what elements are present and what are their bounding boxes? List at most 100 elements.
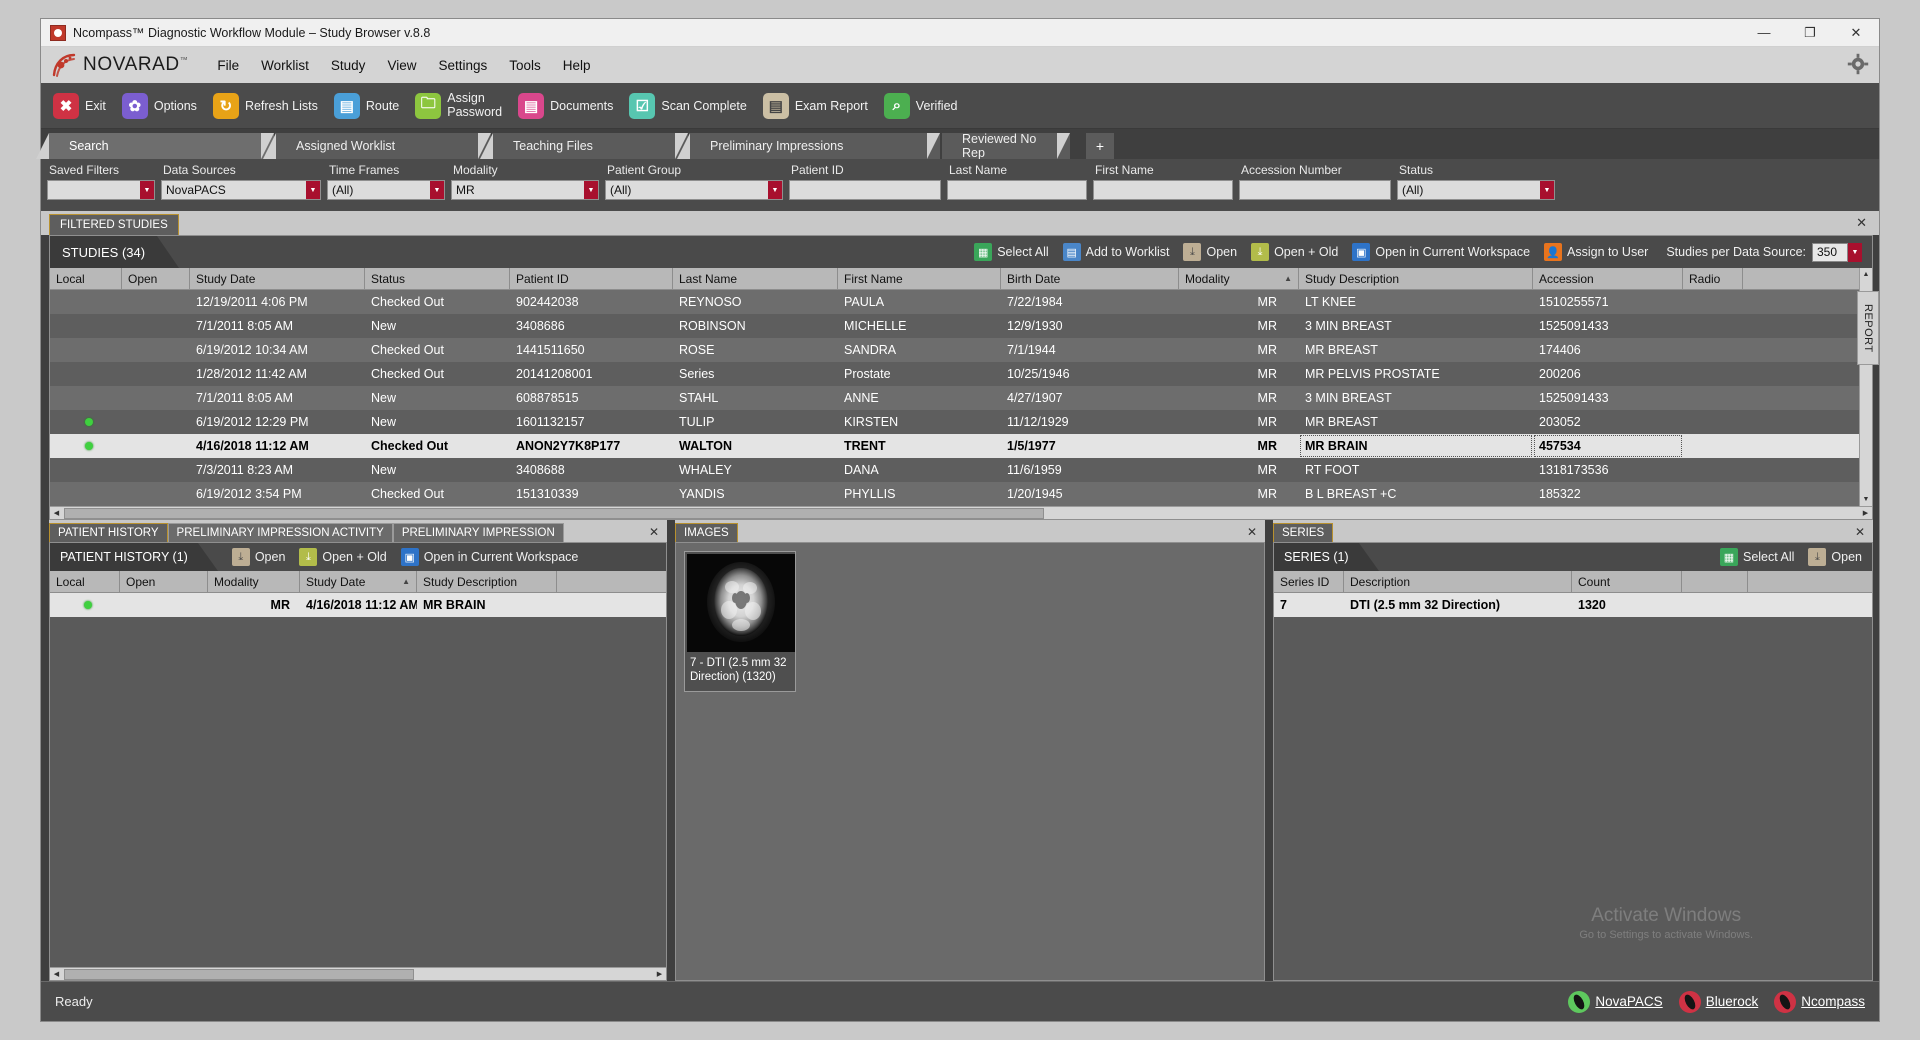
toolbar-button-verified[interactable]: ⌕ Verified — [884, 93, 958, 119]
data-sources-combo[interactable]: NovaPACS ▼ — [161, 180, 321, 200]
column-header-accession[interactable]: Accession — [1533, 268, 1683, 289]
studies-open-in-workspace-button[interactable]: ▣ Open in Current Workspace — [1352, 243, 1530, 261]
tab-teaching-files[interactable]: Teaching Files — [493, 133, 688, 159]
toolbar-button-route[interactable]: ▤ Route — [334, 93, 399, 119]
toolbar-button-scan-complete[interactable]: ☑ Scan Complete — [629, 93, 746, 119]
scroll-thumb[interactable] — [64, 969, 414, 980]
table-row[interactable]: 12/19/2011 4:06 PM Checked Out 902442038… — [50, 290, 1859, 314]
column-header-first-name[interactable]: First Name — [838, 268, 1001, 289]
column-header-open[interactable]: Open — [120, 571, 208, 592]
menu-view[interactable]: View — [378, 54, 425, 77]
tab-preliminary-impression-activity[interactable]: PRELIMINARY IMPRESSION ACTIVITY — [168, 523, 393, 542]
scroll-right-icon[interactable]: ▶ — [1859, 507, 1872, 520]
scroll-left-icon[interactable]: ◀ — [50, 968, 63, 981]
status-link-ncompass[interactable]: Ncompass — [1774, 991, 1865, 1013]
table-row[interactable]: 7/3/2011 8:23 AM New 3408688 WHALEY DANA… — [50, 458, 1859, 482]
close-icon[interactable]: ✕ — [1856, 215, 1867, 231]
table-row[interactable]: 7/1/2011 8:05 AM New 3408686 ROBINSON MI… — [50, 314, 1859, 338]
scroll-up-icon[interactable]: ▲ — [1860, 268, 1873, 281]
toolbar-button-documents[interactable]: ▤ Documents — [518, 93, 613, 119]
add-tab-button[interactable]: + — [1086, 133, 1114, 159]
toolbar-button-assign-password[interactable]: 🗀 AssignPassword — [415, 92, 502, 118]
close-button[interactable]: ✕ — [1833, 19, 1879, 47]
history-open-button[interactable]: ⤓ Open — [232, 548, 286, 566]
table-row[interactable]: 6/19/2012 10:34 AM Checked Out 144151165… — [50, 338, 1859, 362]
status-link-novapacs[interactable]: NovaPACS — [1568, 991, 1662, 1013]
chevron-down-icon[interactable]: ▼ — [140, 181, 154, 199]
menu-help[interactable]: Help — [554, 54, 600, 77]
table-row-selected[interactable]: MR 4/16/2018 11:12 AM MR BRAIN — [50, 593, 666, 617]
studies-select-all-button[interactable]: ▦ Select All — [974, 243, 1048, 261]
scroll-right-icon[interactable]: ▶ — [653, 968, 666, 981]
status-link-bluerock[interactable]: Bluerock — [1679, 991, 1759, 1013]
column-header-study-description[interactable]: Study Description — [417, 571, 557, 592]
history-open-in-workspace-button[interactable]: ▣ Open in Current Workspace — [401, 548, 579, 566]
column-header-last-name[interactable]: Last Name — [673, 268, 838, 289]
series-thumbnail-card[interactable]: 7 - DTI (2.5 mm 32 Direction) (1320) — [684, 551, 796, 692]
scroll-left-icon[interactable]: ◀ — [50, 507, 63, 520]
toolbar-button-exam-report[interactable]: ▤ Exam Report — [763, 93, 868, 119]
maximize-button[interactable]: ❐ — [1787, 19, 1833, 47]
studies-open-plus-old-button[interactable]: ⤓ Open + Old — [1251, 243, 1338, 261]
column-header-birth-date[interactable]: Birth Date — [1001, 268, 1179, 289]
column-header-description[interactable]: Description — [1344, 571, 1572, 592]
status-combo[interactable]: (All) ▼ — [1397, 180, 1555, 200]
menu-study[interactable]: Study — [322, 54, 375, 77]
column-header-study-date[interactable]: Study Date▲ — [300, 571, 417, 592]
toolbar-button-options[interactable]: ✿ Options — [122, 93, 197, 119]
studies-per-data-source-value[interactable]: 350 — [1812, 243, 1848, 262]
column-header-study-date[interactable]: Study Date — [190, 268, 365, 289]
toolbar-button-exit[interactable]: ✖ Exit — [53, 93, 106, 119]
table-row-selected[interactable]: 4/16/2018 11:12 AM Checked Out ANON2Y7K8… — [50, 434, 1859, 458]
tab-patient-history[interactable]: PATIENT HISTORY — [49, 523, 168, 542]
minimize-button[interactable]: — — [1741, 19, 1787, 47]
chevron-down-icon[interactable]: ▼ — [1848, 243, 1862, 262]
chevron-down-icon[interactable]: ▼ — [306, 181, 320, 199]
tab-filtered-studies[interactable]: FILTERED STUDIES — [49, 214, 179, 235]
table-row-selected[interactable]: 7 DTI (2.5 mm 32 Direction) 1320 — [1274, 593, 1872, 617]
tab-assigned-worklist[interactable]: Assigned Worklist — [276, 133, 491, 159]
patient-group-combo[interactable]: (All) ▼ — [605, 180, 783, 200]
first-name-input[interactable] — [1093, 180, 1233, 200]
menu-settings[interactable]: Settings — [429, 54, 496, 77]
time-frames-combo[interactable]: (All) ▼ — [327, 180, 445, 200]
last-name-input[interactable] — [947, 180, 1087, 200]
chevron-down-icon[interactable]: ▼ — [768, 181, 782, 199]
column-header-modality[interactable]: Modality — [208, 571, 300, 592]
gear-icon[interactable] — [1847, 53, 1869, 75]
table-row[interactable]: 6/19/2012 3:54 PM Checked Out 151310339 … — [50, 482, 1859, 506]
studies-open-button[interactable]: ⤓ Open — [1183, 243, 1237, 261]
column-header-extra[interactable] — [1682, 571, 1748, 592]
series-open-button[interactable]: ⤓ Open — [1808, 548, 1862, 566]
tab-images[interactable]: IMAGES — [675, 523, 738, 542]
tab-preliminary-impression[interactable]: PRELIMINARY IMPRESSION — [393, 523, 564, 542]
scroll-thumb[interactable] — [64, 508, 1044, 519]
axial-brain-mri-thumbnail[interactable] — [687, 554, 795, 652]
column-header-modality[interactable]: Modality▲ — [1179, 268, 1299, 289]
column-header-local[interactable]: Local — [50, 268, 122, 289]
menu-worklist[interactable]: Worklist — [252, 54, 318, 77]
saved-filters-combo[interactable]: ▼ — [47, 180, 155, 200]
accession-number-input[interactable] — [1239, 180, 1391, 200]
column-header-open[interactable]: Open — [122, 268, 190, 289]
menu-file[interactable]: File — [208, 54, 248, 77]
column-header-count[interactable]: Count — [1572, 571, 1682, 592]
chevron-down-icon[interactable]: ▼ — [584, 181, 598, 199]
chevron-down-icon[interactable]: ▼ — [1540, 181, 1554, 199]
scroll-down-icon[interactable]: ▼ — [1860, 493, 1873, 506]
column-header-status[interactable]: Status — [365, 268, 510, 289]
table-row[interactable]: 7/1/2011 8:05 AM New 608878515 STAHL ANN… — [50, 386, 1859, 410]
table-row[interactable]: 1/28/2012 11:42 AM Checked Out 201412080… — [50, 362, 1859, 386]
tab-reviewed-no-rep[interactable]: Reviewed No Rep — [942, 133, 1070, 159]
close-icon[interactable]: ✕ — [1855, 525, 1865, 539]
history-open-plus-old-button[interactable]: ⤓ Open + Old — [299, 548, 386, 566]
column-header-local[interactable]: Local — [50, 571, 120, 592]
patient-id-input[interactable] — [789, 180, 941, 200]
modality-combo[interactable]: MR ▼ — [451, 180, 599, 200]
studies-horizontal-scrollbar[interactable]: ◀ ▶ — [50, 506, 1872, 519]
series-select-all-button[interactable]: ▦ Select All — [1720, 548, 1794, 566]
column-header-patient-id[interactable]: Patient ID — [510, 268, 673, 289]
tab-search[interactable]: Search — [49, 133, 274, 159]
close-icon[interactable]: ✕ — [649, 525, 659, 539]
studies-add-to-worklist-button[interactable]: ▤ Add to Worklist — [1063, 243, 1170, 261]
